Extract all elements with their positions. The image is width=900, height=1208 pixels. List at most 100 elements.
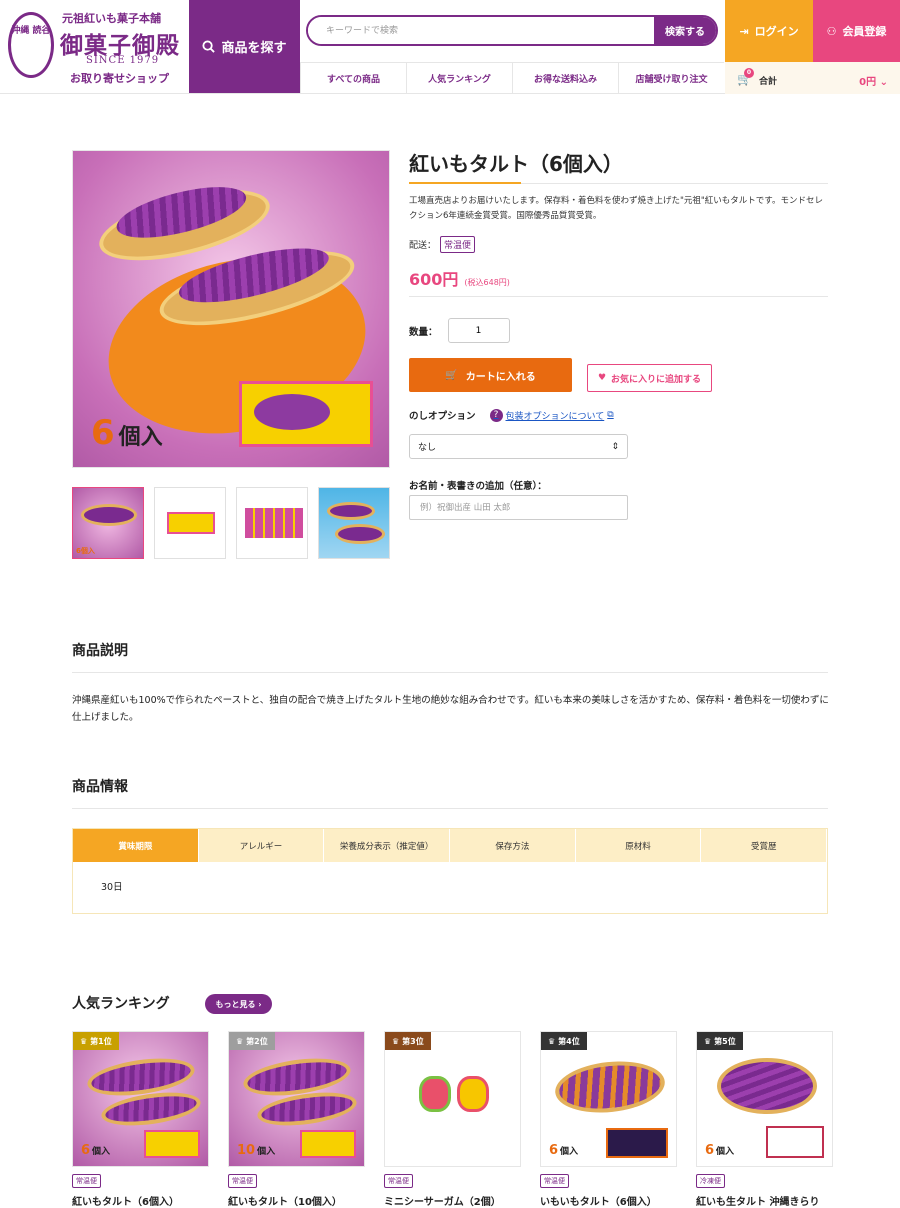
ranking-product-name[interactable]: 紅いもタルト（6個入） (72, 1193, 209, 1208)
search-input[interactable] (308, 17, 656, 44)
more-label: もっと見る (215, 999, 256, 1009)
cart-summary[interactable]: 🛒 0 合計 0円 ⌄ (725, 62, 900, 94)
rank-label: 第5位 (714, 1036, 736, 1046)
ranking-list: ♛ 第1位 6 個入 常温便 紅いもタルト（6個入） ♛ 第2位 10 個入 常温便 紅… (72, 1031, 833, 1208)
login-icon: ⇥ (739, 24, 749, 38)
rank-badge: ♛ 第5位 (697, 1032, 743, 1050)
ranking-count-unit: 個入 (92, 1147, 111, 1157)
ranking-card[interactable]: ♛ 第3位 常温便 ミニシーサーガム（2個） (384, 1031, 521, 1208)
noshi-select[interactable]: なし ⇕ (409, 434, 628, 459)
quantity-row: 数量： (409, 318, 510, 343)
register-button[interactable]: ⚇ 会員登録 (813, 0, 900, 62)
description-text: 沖縄県産紅いも100%で作られたペーストと、独自の配合で焼き上げたタルト生地の絶… (72, 695, 829, 723)
search-icon (202, 40, 216, 53)
ranking-count-unit: 個入 (257, 1147, 276, 1157)
ranking-product-name[interactable]: いもいもタルト（6個入） (540, 1193, 677, 1208)
add-to-cart-label: カートに入れる (465, 371, 536, 383)
site-logo[interactable]: 沖縄 読谷 元祖紅いも菓子本舗 御菓子御殿 SINCE 1979 お取り寄せショ… (0, 0, 188, 93)
ranking-card[interactable]: ♛ 第2位 10 個入 常温便 紅いもタルト（10個入） (228, 1031, 365, 1208)
ranking-card[interactable]: ♛ 第5位 6 個入 冷凍便 紅いも生タルト 沖縄きらり (696, 1031, 833, 1208)
tab-nutrition[interactable]: 栄養成分表示（推定値） (324, 829, 451, 862)
tab-allergy[interactable]: アレルギー (198, 829, 325, 862)
login-button[interactable]: ⇥ ログイン (725, 0, 813, 62)
ranking-count: 10 個入 (237, 1143, 275, 1158)
ranking-count-unit: 個入 (716, 1147, 735, 1157)
ranking-product-name[interactable]: ミニシーサーガム（2個） (384, 1193, 521, 1208)
search-button[interactable]: 検索する (654, 17, 716, 44)
cart-amount-value: 0円 (859, 77, 877, 88)
price-divider (409, 296, 828, 297)
ranking-heading: 人気ランキング (72, 996, 170, 1012)
wrapping-help-link[interactable]: ? 包装オプションについて ⧉ (489, 408, 614, 422)
quantity-input[interactable] (447, 318, 510, 343)
noshi-label: のしオプション (409, 411, 476, 422)
ranking-card-image: ♛ 第3位 (384, 1031, 521, 1167)
rank-badge: ♛ 第2位 (229, 1032, 275, 1050)
rank-label: 第2位 (246, 1036, 268, 1046)
shipping-tag: 常温便 (540, 1174, 569, 1188)
thumbnail-3[interactable] (236, 487, 308, 559)
main-count-number: 6 (91, 413, 115, 453)
shipping-tag: 冷凍便 (696, 1174, 725, 1188)
ranking-product-name[interactable]: 紅いもタルト（10個入） (228, 1193, 365, 1208)
wrapping-help-text: 包装オプションについて (505, 411, 605, 422)
ranking-card[interactable]: ♛ 第4位 6 個入 常温便 いもいもタルト（6個入） (540, 1031, 677, 1208)
info-heading: 商品情報 (72, 779, 128, 795)
main-nav: すべての商品 人気ランキング お得な送料込み 店舗受け取り注文 (300, 62, 724, 94)
shipping-tag: 常温便 (228, 1174, 257, 1188)
cart-total-label: 合計 (759, 77, 778, 87)
rank-label: 第4位 (558, 1036, 580, 1046)
quantity-label: 数量： (409, 326, 438, 338)
thumbnail-count: 6個入 (76, 547, 95, 555)
ranking-count: 6 個入 (705, 1143, 734, 1158)
find-products-label: 商品を探す (221, 41, 287, 56)
ranking-count: 6 個入 (81, 1143, 110, 1158)
description-heading: 商品説明 (72, 643, 128, 659)
ranking-product-name[interactable]: 紅いも生タルト 沖縄きらり (696, 1193, 833, 1208)
thumbnail-2[interactable] (154, 487, 226, 559)
tab-ingredients[interactable]: 原材料 (575, 829, 702, 862)
nav-store-pickup[interactable]: 店舗受け取り注文 (618, 63, 724, 94)
ranking-count-number: 6 (705, 1143, 715, 1158)
chevron-right-icon: › (255, 999, 262, 1009)
tab-expiry[interactable]: 賞味期限 (73, 829, 199, 862)
search-box: 検索する (306, 15, 718, 46)
nav-free-shipping[interactable]: お得な送料込み (512, 63, 618, 94)
rank-badge: ♛ 第4位 (541, 1032, 587, 1050)
tab-awards[interactable]: 受賞歴 (701, 829, 828, 862)
thumbnail-4[interactable] (318, 487, 390, 559)
ranking-count-number: 10 (237, 1143, 256, 1158)
heart-icon: ♥ (597, 373, 607, 383)
product-title: 紅いもタルト（6個入） (409, 152, 623, 176)
more-button[interactable]: もっと見る › (205, 994, 272, 1014)
crown-icon: ♛ (236, 1036, 244, 1046)
nav-all-products[interactable]: すべての商品 (300, 63, 406, 94)
thumbnail-1[interactable]: 6個入 (72, 487, 144, 559)
price-value: 600円 (409, 270, 459, 289)
product-price: 600円 (税込648円) (409, 266, 510, 290)
name-input[interactable] (409, 495, 628, 520)
select-arrows-icon: ⇕ (611, 441, 619, 452)
add-to-cart-button[interactable]: 🛒 カートに入れる (409, 358, 572, 392)
cart-count-badge: 0 (744, 68, 754, 78)
ranking-card[interactable]: ♛ 第1位 6 個入 常温便 紅いもタルト（6個入） (72, 1031, 209, 1208)
cart-icon: 🛒 (445, 369, 458, 381)
add-favorite-label: お気に入りに追加する (611, 374, 702, 385)
package-box-graphic (239, 381, 373, 447)
crown-icon: ♛ (548, 1036, 556, 1046)
ranking-count-unit: 個入 (560, 1147, 579, 1157)
shipping-tag: 常温便 (72, 1174, 101, 1188)
add-favorite-button[interactable]: ♥ お気に入りに追加する (587, 364, 712, 392)
help-icon: ? (489, 408, 503, 422)
logo-seal: 沖縄 読谷 (8, 12, 54, 78)
tab-content: 30日 (101, 882, 123, 893)
find-products-button[interactable]: 商品を探す (189, 0, 300, 93)
tab-storage[interactable]: 保存方法 (450, 829, 576, 862)
info-divider (72, 808, 828, 809)
nav-ranking[interactable]: 人気ランキング (406, 63, 512, 94)
product-main-image[interactable]: 6 個入 (72, 150, 390, 468)
rank-label: 第1位 (90, 1036, 112, 1046)
ranking-card-image: ♛ 第4位 6 個入 (540, 1031, 677, 1167)
description-divider (72, 672, 828, 673)
logo-subtitle: 元祖紅いも菓子本舗 (62, 12, 161, 25)
